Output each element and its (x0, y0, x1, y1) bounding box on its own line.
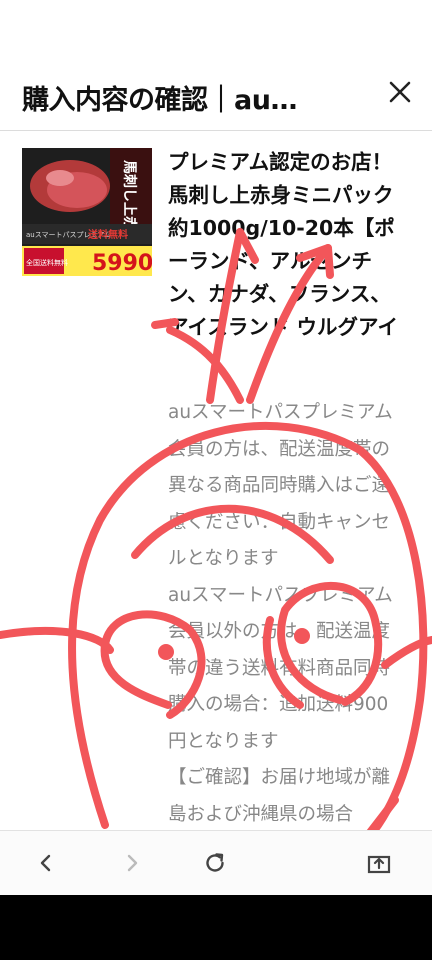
product-image-price-text: 5990 (92, 251, 152, 276)
product-description: auスマートパスプレミアム会員の方は、配送温度帯の異なる商品同時購入はご遠慮くだ… (168, 395, 406, 835)
webview-screen: 購入内容の確認｜au… 馬刺し上赤身 auスマートパスプレミアム 送料無料 全国… (0, 0, 432, 895)
page-title: 購入内容の確認｜au… (22, 85, 297, 116)
reload-icon[interactable] (197, 845, 233, 881)
close-icon[interactable] (384, 76, 416, 108)
page-header: 購入内容の確認｜au… (0, 58, 432, 131)
description-paragraph: auスマートパスプレミアム会員以外の方は、配送温度帯の違う送料有料商品同時購入の… (168, 584, 393, 752)
product-image: 馬刺し上赤身 auスマートパスプレミアム 送料無料 全国送料無料 5990 (22, 148, 152, 276)
chevron-left-icon[interactable] (28, 845, 64, 881)
product-image-shipping-text: 送料無料 (87, 228, 128, 241)
description-paragraph: auスマートパスプレミアム会員の方は、配送温度帯の異なる商品同時購入はご遠慮くだ… (168, 402, 393, 569)
product-image-badge-text: 全国送料無料 (26, 258, 68, 267)
chevron-right-icon[interactable] (114, 845, 150, 881)
share-icon[interactable] (361, 845, 397, 881)
description-paragraph: 【ご確認】お届け地域が離島および沖縄県の場合 (168, 767, 391, 825)
product-name: プレミアム認定のお店！馬刺し上赤身ミニパック約1000g/10-20本【ポーラン… (168, 150, 398, 339)
browser-toolbar (0, 830, 432, 895)
